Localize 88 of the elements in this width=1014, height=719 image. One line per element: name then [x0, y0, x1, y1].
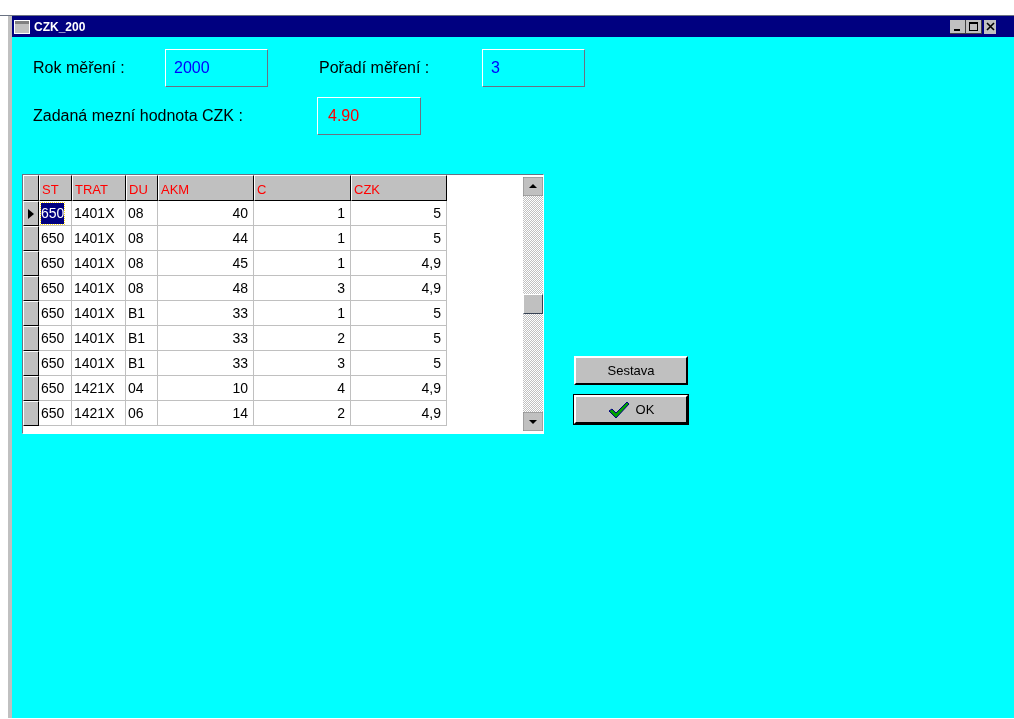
column-header[interactable]: C — [254, 175, 351, 201]
current-row-icon — [28, 208, 34, 219]
table-cell: 1401X — [72, 276, 126, 301]
table-cell: B1 — [126, 301, 158, 326]
table-cell: B1 — [126, 326, 158, 351]
table-cell: 650 — [39, 201, 72, 226]
limit-field[interactable]: 4.90 — [317, 97, 421, 135]
table-cell: 1 — [254, 301, 351, 326]
year-field[interactable]: 2000 — [165, 49, 268, 87]
column-header[interactable]: ST — [39, 175, 72, 201]
table-cell: 1 — [254, 201, 351, 226]
table-cell: 33 — [158, 326, 254, 351]
table-cell: 1 — [254, 251, 351, 276]
row-selector[interactable] — [23, 201, 39, 226]
table-cell: 08 — [126, 226, 158, 251]
table-cell: 08 — [126, 276, 158, 301]
field-label: Pořadí měření : — [319, 58, 431, 78]
table-cell: 1 — [254, 226, 351, 251]
scroll-down-icon[interactable] — [523, 412, 543, 431]
table-cell: 650 — [39, 226, 72, 251]
table-cell: 45 — [158, 251, 254, 276]
table-cell: 2 — [254, 326, 351, 351]
column-header[interactable]: TRAT — [72, 175, 126, 201]
table-cell: 1401X — [72, 201, 126, 226]
minimize-icon[interactable] — [950, 19, 966, 34]
table-cell: 3 — [254, 351, 351, 376]
table-cell: 650 — [39, 251, 72, 276]
table-cell: 3 — [254, 276, 351, 301]
column-header[interactable]: AKM — [158, 175, 254, 201]
row-selector[interactable] — [23, 251, 39, 276]
table-cell: 04 — [126, 376, 158, 401]
scroll-thumb[interactable] — [523, 294, 543, 314]
table-cell: 5 — [351, 351, 447, 376]
table-cell: 1421X — [72, 376, 126, 401]
check-icon — [607, 400, 630, 419]
row-selector[interactable] — [23, 376, 39, 401]
close-icon[interactable] — [984, 19, 996, 34]
table-cell: 650 — [39, 326, 72, 351]
table-cell: 48 — [158, 276, 254, 301]
table-cell: 650 — [39, 301, 72, 326]
table-cell: 08 — [126, 251, 158, 276]
table-cell: 10 — [158, 376, 254, 401]
table-cell: 14 — [158, 401, 254, 426]
table-cell: 4,9 — [351, 376, 447, 401]
window-icon — [14, 19, 30, 34]
table-cell: 1401X — [72, 251, 126, 276]
window-title: CZK_200 — [34, 18, 86, 36]
table-cell: 4,9 — [351, 276, 447, 301]
table-cell: 650 — [39, 351, 72, 376]
row-selector[interactable] — [23, 301, 39, 326]
table-cell: 650 — [39, 376, 72, 401]
table-cell: 5 — [351, 201, 447, 226]
table-cell: 1401X — [72, 326, 126, 351]
table-cell: 1401X — [72, 351, 126, 376]
table-cell: 1421X — [72, 401, 126, 426]
table-cell: 4,9 — [351, 251, 447, 276]
report-button[interactable]: Sestava — [574, 356, 688, 385]
table-cell: 4,9 — [351, 401, 447, 426]
scroll-up-icon[interactable] — [523, 177, 543, 196]
table-cell: 5 — [351, 326, 447, 351]
table-cell: 44 — [158, 226, 254, 251]
scrollbar[interactable] — [523, 177, 543, 431]
column-header[interactable]: CZK — [351, 175, 447, 201]
table-cell: 2 — [254, 401, 351, 426]
row-selector[interactable] — [23, 276, 39, 301]
table-cell: 1401X — [72, 226, 126, 251]
table-cell: B1 — [126, 351, 158, 376]
row-selector[interactable] — [23, 326, 39, 351]
field-label: Zadaná mezní hodnota CZK : — [33, 106, 244, 126]
row-selector[interactable] — [23, 401, 39, 426]
ok-button[interactable]: OK — [574, 395, 688, 424]
maximize-icon[interactable] — [966, 19, 982, 34]
table-cell: 33 — [158, 351, 254, 376]
field-label: Rok měření : — [33, 58, 126, 78]
table-cell: 5 — [351, 226, 447, 251]
table-cell: 650 — [39, 401, 72, 426]
table-cell: 5 — [351, 301, 447, 326]
table-cell: 650 — [39, 276, 72, 301]
table-cell: 06 — [126, 401, 158, 426]
table-cell: 08 — [126, 201, 158, 226]
column-header[interactable]: DU — [126, 175, 158, 201]
order-field[interactable]: 3 — [482, 49, 585, 87]
table-cell: 33 — [158, 301, 254, 326]
row-selector[interactable] — [23, 351, 39, 376]
row-selector[interactable] — [23, 226, 39, 251]
table-cell: 40 — [158, 201, 254, 226]
table-cell: 1401X — [72, 301, 126, 326]
table-cell: 4 — [254, 376, 351, 401]
